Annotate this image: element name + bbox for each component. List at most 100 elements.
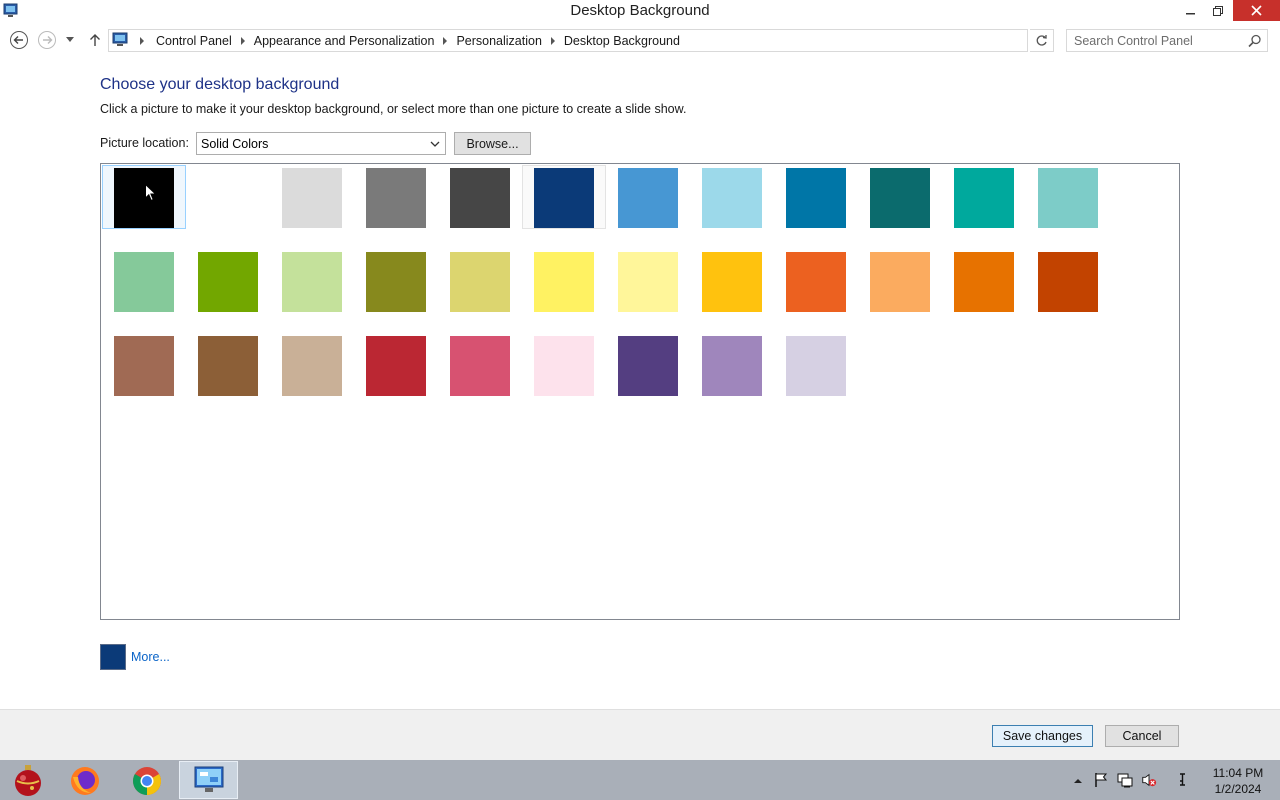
- color-swatch-cell[interactable]: [1026, 249, 1110, 313]
- color-swatch-cell[interactable]: [354, 165, 438, 229]
- color-swatch-cell[interactable]: [858, 249, 942, 313]
- color-swatch-cell[interactable]: [102, 333, 186, 397]
- picture-location-dropdown[interactable]: Solid Colors: [196, 132, 446, 155]
- breadcrumb-desktop-background[interactable]: Desktop Background: [564, 34, 680, 48]
- color-swatch-cell[interactable]: [354, 333, 438, 397]
- save-changes-button[interactable]: Save changes: [992, 725, 1093, 747]
- color-swatch-cell[interactable]: [774, 249, 858, 313]
- color-swatch[interactable]: [114, 168, 174, 228]
- color-swatch-cell[interactable]: [690, 333, 774, 397]
- cancel-button[interactable]: Cancel: [1105, 725, 1179, 747]
- taskbar-chrome[interactable]: [119, 762, 175, 800]
- color-swatch-cell[interactable]: [606, 249, 690, 313]
- color-swatch[interactable]: [870, 168, 930, 228]
- color-swatch[interactable]: [534, 252, 594, 312]
- color-swatch-cell[interactable]: [774, 333, 858, 397]
- color-swatch-cell[interactable]: [354, 249, 438, 313]
- color-swatch-cell[interactable]: [102, 249, 186, 313]
- show-hidden-icons-button[interactable]: [1070, 772, 1086, 788]
- taskbar-control-panel[interactable]: [179, 761, 238, 799]
- color-swatch[interactable]: [1038, 252, 1098, 312]
- refresh-button[interactable]: [1030, 29, 1054, 52]
- color-swatch[interactable]: [534, 168, 594, 228]
- color-swatch[interactable]: [618, 336, 678, 396]
- color-swatch[interactable]: [114, 252, 174, 312]
- search-box[interactable]: [1066, 29, 1268, 52]
- color-swatch-cell[interactable]: [942, 165, 1026, 229]
- color-swatch[interactable]: [870, 252, 930, 312]
- forward-button[interactable]: [37, 30, 57, 50]
- more-colors-swatch[interactable]: [100, 644, 126, 670]
- color-swatch-cell[interactable]: [438, 333, 522, 397]
- color-swatch[interactable]: [366, 252, 426, 312]
- color-swatch[interactable]: [1038, 168, 1098, 228]
- taskbar-firefox[interactable]: [57, 762, 113, 800]
- color-swatch[interactable]: [618, 168, 678, 228]
- breadcrumb-control-panel[interactable]: Control Panel: [156, 34, 232, 48]
- color-swatch-cell[interactable]: [942, 249, 1026, 313]
- color-swatch-cell[interactable]: [270, 165, 354, 229]
- color-swatch[interactable]: [702, 336, 762, 396]
- volume-muted-icon[interactable]: [1141, 772, 1157, 788]
- color-swatch[interactable]: [282, 168, 342, 228]
- back-button[interactable]: [9, 30, 29, 50]
- taskbar-ornament-app[interactable]: [0, 762, 56, 800]
- color-swatch[interactable]: [618, 252, 678, 312]
- color-swatch-cell[interactable]: [102, 165, 186, 229]
- color-swatch-cell[interactable]: [186, 249, 270, 313]
- network-icon[interactable]: [1117, 772, 1133, 788]
- browse-button[interactable]: Browse...: [454, 132, 531, 155]
- color-swatch[interactable]: [114, 336, 174, 396]
- color-swatch-cell[interactable]: [186, 165, 270, 229]
- color-swatch-cell[interactable]: [690, 165, 774, 229]
- breadcrumb-separator-icon[interactable]: [550, 37, 555, 45]
- color-swatch-cell[interactable]: [186, 333, 270, 397]
- color-swatch-cell[interactable]: [270, 333, 354, 397]
- search-icon[interactable]: [1248, 34, 1262, 48]
- color-swatch-cell[interactable]: [774, 165, 858, 229]
- color-swatch-cell[interactable]: [690, 249, 774, 313]
- color-swatch[interactable]: [954, 168, 1014, 228]
- color-swatch[interactable]: [450, 168, 510, 228]
- color-swatch[interactable]: [702, 168, 762, 228]
- up-button[interactable]: [85, 30, 105, 50]
- input-indicator-icon[interactable]: [1175, 772, 1191, 788]
- color-swatch-cell[interactable]: [606, 165, 690, 229]
- color-swatch-cell[interactable]: [606, 333, 690, 397]
- color-swatch-cell[interactable]: [1026, 165, 1110, 229]
- color-swatch[interactable]: [198, 336, 258, 396]
- search-input[interactable]: [1067, 30, 1245, 51]
- color-swatch[interactable]: [282, 336, 342, 396]
- color-swatch-cell[interactable]: [522, 333, 606, 397]
- color-swatch-cell[interactable]: [438, 249, 522, 313]
- color-swatch[interactable]: [702, 252, 762, 312]
- color-swatch-cell[interactable]: [522, 165, 606, 229]
- address-bar[interactable]: Control Panel Appearance and Personaliza…: [108, 29, 1133, 52]
- action-center-icon[interactable]: [1093, 772, 1109, 788]
- more-colors-link[interactable]: More...: [131, 650, 170, 664]
- color-swatch[interactable]: [366, 168, 426, 228]
- color-swatch[interactable]: [786, 252, 846, 312]
- close-button[interactable]: [1233, 0, 1280, 21]
- breadcrumb-separator-icon[interactable]: [240, 37, 245, 45]
- breadcrumb-separator-icon[interactable]: [140, 37, 144, 45]
- color-swatch[interactable]: [954, 252, 1014, 312]
- color-swatch[interactable]: [450, 336, 510, 396]
- breadcrumb-appearance[interactable]: Appearance and Personalization: [254, 34, 435, 48]
- color-swatch[interactable]: [198, 252, 258, 312]
- color-swatch[interactable]: [450, 252, 510, 312]
- color-swatch-cell[interactable]: [858, 165, 942, 229]
- color-swatch[interactable]: [198, 168, 258, 228]
- color-swatch-cell[interactable]: [438, 165, 522, 229]
- color-swatch[interactable]: [282, 252, 342, 312]
- breadcrumb-personalization[interactable]: Personalization: [456, 34, 541, 48]
- color-swatch-cell[interactable]: [522, 249, 606, 313]
- color-swatch[interactable]: [366, 336, 426, 396]
- system-clock[interactable]: 11:04 PM 1/2/2024: [1208, 765, 1268, 797]
- color-swatch[interactable]: [786, 168, 846, 228]
- color-swatch-cell[interactable]: [270, 249, 354, 313]
- color-swatch[interactable]: [534, 336, 594, 396]
- minimize-button[interactable]: [1180, 0, 1202, 22]
- color-swatch[interactable]: [786, 336, 846, 396]
- recent-locations-button[interactable]: [63, 30, 77, 50]
